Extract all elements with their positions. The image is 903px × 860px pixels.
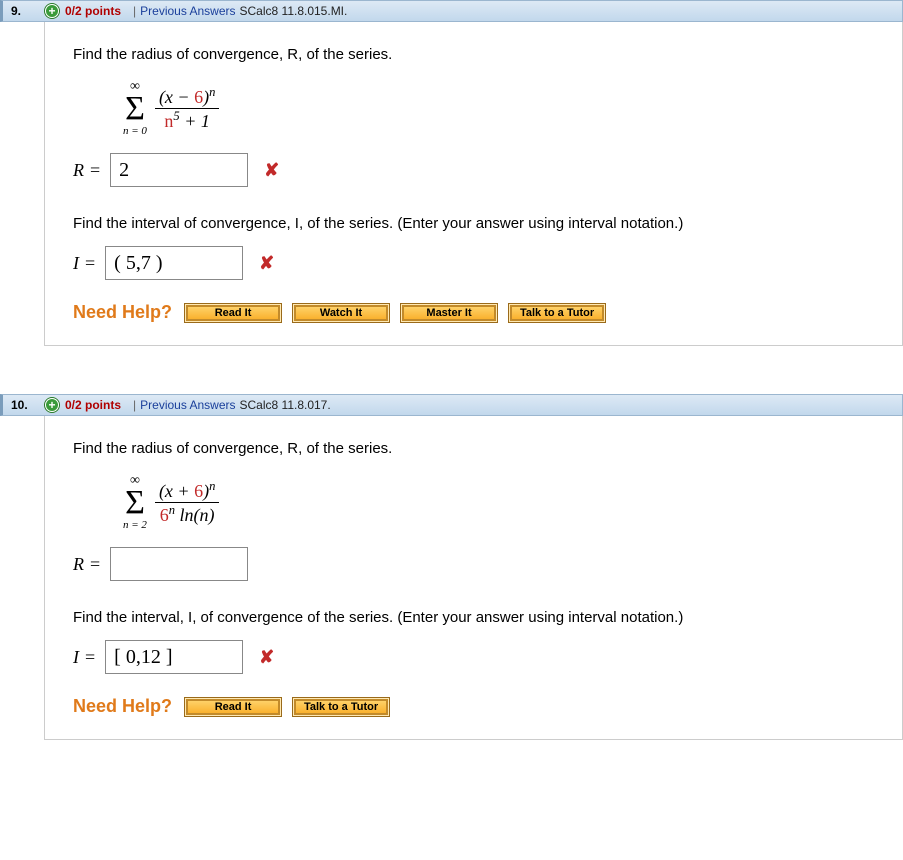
help-button[interactable]: Talk to a Tutor — [292, 697, 390, 717]
prompt-interval: Find the interval of convergence, I, of … — [73, 215, 874, 232]
sigma-icon: ∞ Σ n = 2 — [123, 474, 147, 531]
question-header: 10. + 0/2 points | Previous Answers SCal… — [0, 394, 903, 416]
question-body: Find the radius of convergence, R, of th… — [44, 416, 903, 740]
question-number: 9. — [11, 4, 45, 18]
incorrect-icon: ✘ — [259, 253, 274, 274]
fraction: (x − 6)n n5 + 1 — [155, 85, 219, 132]
i-label: I — [73, 253, 79, 274]
need-help-label: Need Help? — [73, 696, 172, 717]
incorrect-icon: ✘ — [264, 160, 279, 181]
interval-input[interactable]: ( 5,7 ) — [105, 246, 243, 280]
i-label: I — [73, 647, 79, 668]
help-row: Need Help? Read It Watch It Master It Talk t… — [73, 302, 874, 323]
separator: | — [133, 398, 136, 412]
series-expression: ∞ Σ n = 2 (x + 6)n 6n ln(n) — [123, 471, 874, 531]
separator: | — [133, 4, 136, 18]
points-label: 0/2 points — [65, 4, 121, 18]
question-block: 9. + 0/2 points | Previous Answers SCalc… — [0, 0, 903, 346]
equals-sign: = — [90, 554, 100, 575]
source-label: SCalc8 11.8.015.MI. — [240, 4, 348, 18]
help-button[interactable]: Read It — [184, 303, 282, 323]
prompt-interval: Find the interval, I, of convergence of … — [73, 609, 874, 626]
question-body: Find the radius of convergence, R, of th… — [44, 22, 903, 346]
radius-input[interactable] — [110, 547, 248, 581]
question-block: 10. + 0/2 points | Previous Answers SCal… — [0, 394, 903, 740]
series-expression: ∞ Σ n = 0 (x − 6)n n5 + 1 — [123, 77, 874, 137]
expand-icon[interactable]: + — [45, 398, 59, 412]
radius-input[interactable]: 2 — [110, 153, 248, 187]
r-label: R — [73, 554, 84, 575]
radius-answer-row: R = 2 ✘ — [73, 153, 874, 187]
sigma-icon: ∞ Σ n = 0 — [123, 80, 147, 137]
help-button[interactable]: Read It — [184, 697, 282, 717]
help-button[interactable]: Watch It — [292, 303, 390, 323]
radius-answer-row: R = — [73, 547, 874, 581]
prompt-radius: Find the radius of convergence, R, of th… — [73, 46, 874, 63]
equals-sign: = — [85, 253, 95, 274]
question-header: 9. + 0/2 points | Previous Answers SCalc… — [0, 0, 903, 22]
equals-sign: = — [85, 647, 95, 668]
need-help-label: Need Help? — [73, 302, 172, 323]
r-label: R — [73, 160, 84, 181]
interval-answer-row: I = [ 0,12 ] ✘ — [73, 640, 874, 674]
interval-answer-row: I = ( 5,7 ) ✘ — [73, 246, 874, 280]
help-row: Need Help? Read It Talk to a Tutor — [73, 696, 874, 717]
points-label: 0/2 points — [65, 398, 121, 412]
source-label: SCalc8 11.8.017. — [240, 398, 331, 412]
previous-answers-link[interactable]: Previous Answers — [140, 398, 235, 412]
help-button[interactable]: Talk to a Tutor — [508, 303, 606, 323]
help-button[interactable]: Master It — [400, 303, 498, 323]
previous-answers-link[interactable]: Previous Answers — [140, 4, 235, 18]
expand-icon[interactable]: + — [45, 4, 59, 18]
question-number: 10. — [11, 398, 45, 412]
equals-sign: = — [90, 160, 100, 181]
fraction: (x + 6)n 6n ln(n) — [155, 479, 219, 526]
incorrect-icon: ✘ — [259, 647, 274, 668]
interval-input[interactable]: [ 0,12 ] — [105, 640, 243, 674]
prompt-radius: Find the radius of convergence, R, of th… — [73, 440, 874, 457]
